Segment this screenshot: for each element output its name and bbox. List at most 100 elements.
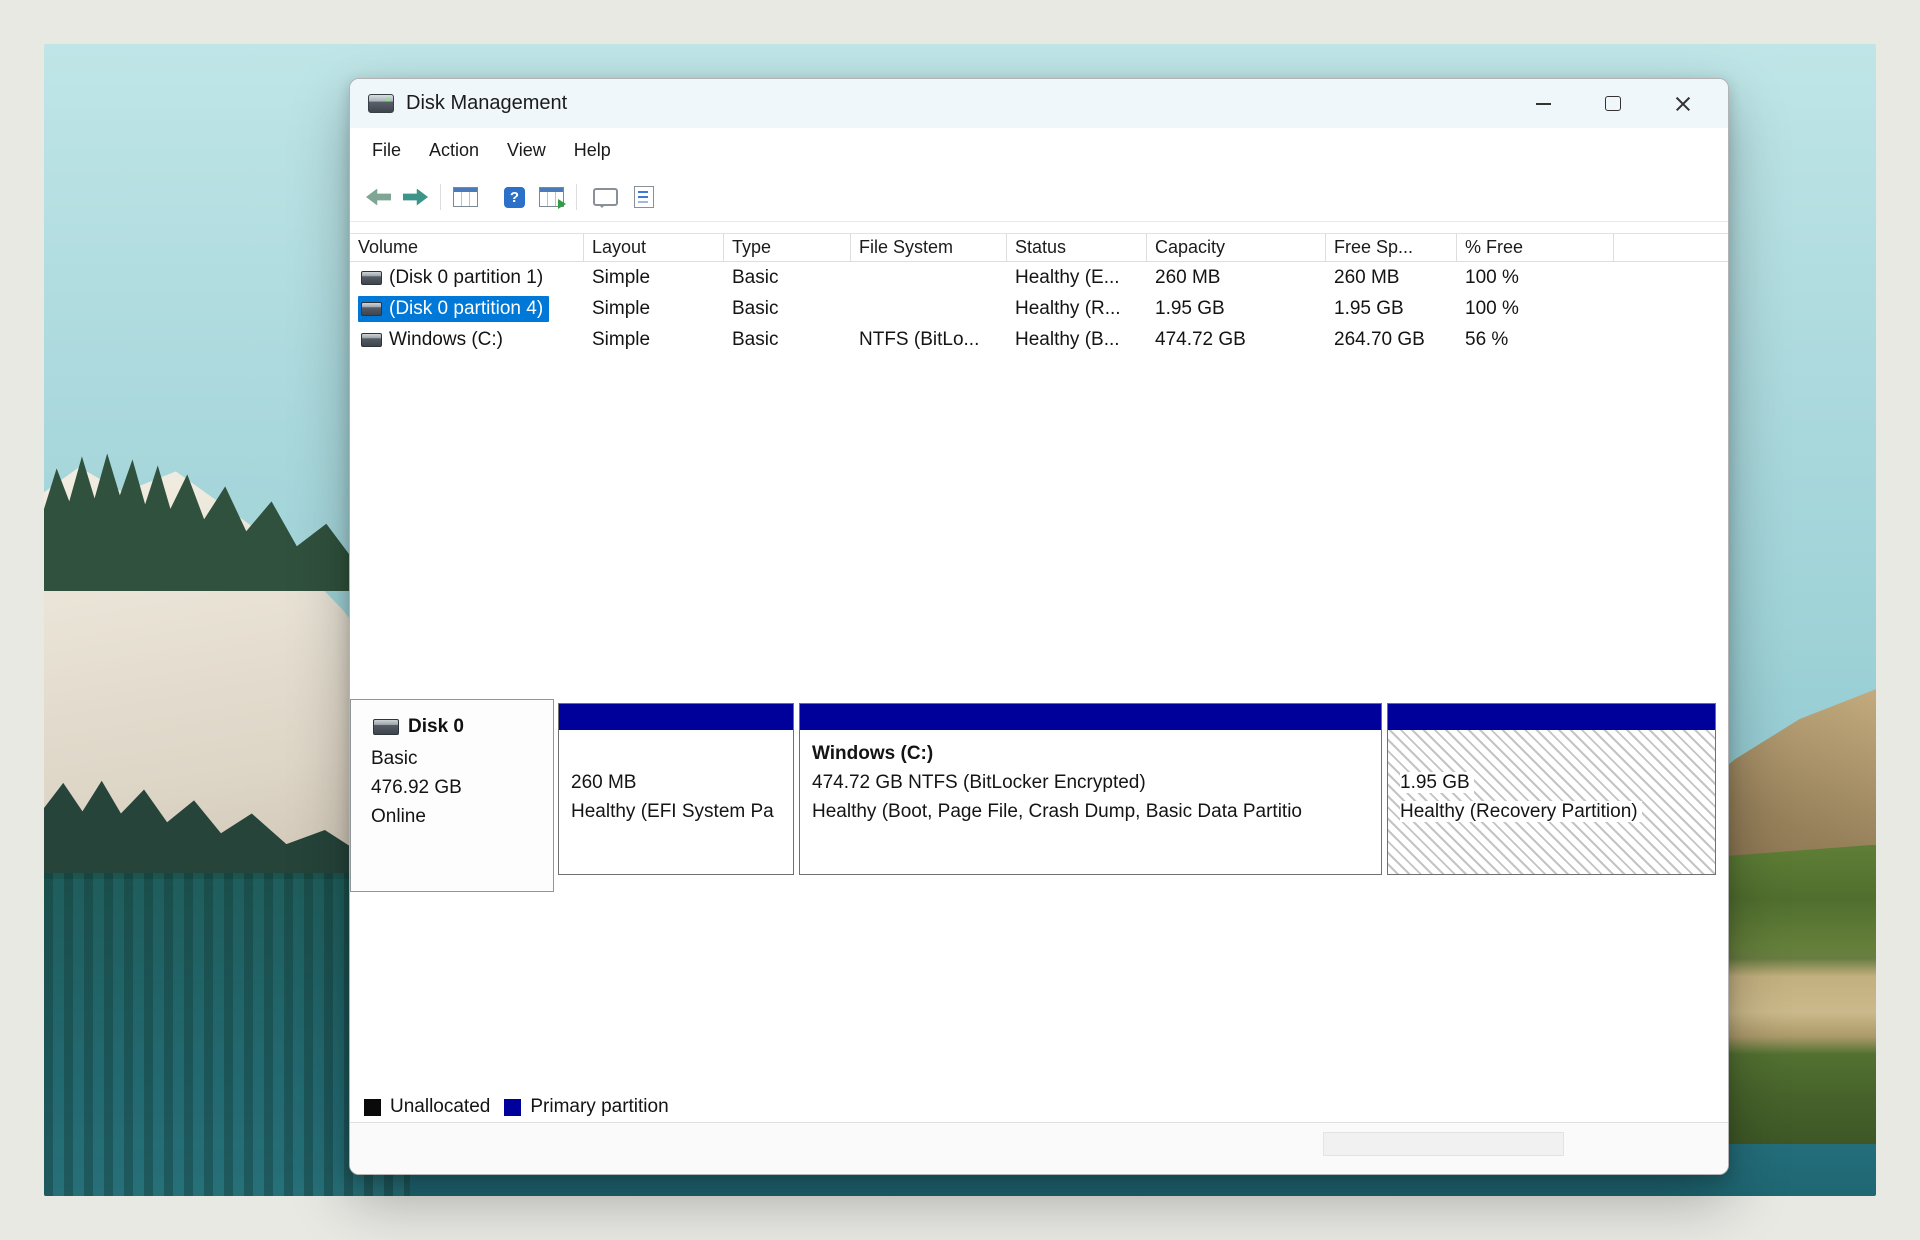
column-header-pct-free[interactable]: % Free [1457, 234, 1614, 262]
cell-status: Healthy (E... [1007, 262, 1147, 293]
disk-management-window: Disk Management File Action View Help ? [349, 78, 1729, 1175]
column-header-file-system[interactable]: File System [851, 234, 1007, 262]
cell-free-space: 264.70 GB [1326, 324, 1457, 355]
export-list-icon[interactable] [539, 187, 564, 207]
menubar: File Action View Help [350, 128, 1728, 173]
partition-size: 1.95 GB [1400, 772, 1474, 793]
cell-file-system: NTFS (BitLo... [851, 324, 1007, 355]
help-icon[interactable]: ? [504, 187, 525, 208]
statusbar-pane [1323, 1132, 1564, 1156]
volume-row-partition-1[interactable]: (Disk 0 partition 1) Simple Basic Health… [350, 262, 1728, 293]
primary-partition-stripe [559, 704, 793, 730]
legend: Unallocated Primary partition [364, 1095, 669, 1119]
minimize-button[interactable] [1522, 86, 1564, 122]
legend-label: Primary partition [530, 1096, 668, 1118]
cell-pct-free: 100 % [1457, 262, 1614, 293]
disk0-kind: Basic [371, 744, 553, 773]
menu-action[interactable]: Action [415, 134, 493, 168]
menu-file[interactable]: File [358, 134, 415, 168]
cell-file-system [851, 293, 1007, 324]
maximize-icon [1605, 96, 1621, 111]
cell-layout: Simple [584, 293, 724, 324]
properties-icon[interactable] [634, 186, 654, 208]
disk0-name: Disk 0 [408, 716, 464, 738]
toolbar: ? [350, 173, 1728, 222]
partition-size: 260 MB [571, 768, 785, 797]
drive-icon [361, 271, 382, 285]
primary-partition-stripe [1388, 704, 1715, 730]
menu-help[interactable]: Help [560, 134, 625, 168]
volume-list-header: Volume Layout Type File System Status Ca… [350, 234, 1728, 262]
partition-status: Healthy (EFI System Pa [571, 797, 785, 826]
partition-size: 474.72 GB NTFS (BitLocker Encrypted) [812, 768, 1373, 797]
window-title: Disk Management [406, 92, 567, 115]
cell-capacity: 1.95 GB [1147, 293, 1326, 324]
cell-filler [1614, 262, 1728, 293]
partition-windows-c[interactable]: Windows (C:) 474.72 GB NTFS (BitLocker E… [799, 703, 1382, 875]
partition-strip: 260 MB Healthy (EFI System Pa Windows (C… [558, 703, 1716, 875]
disk0-info-box[interactable]: Disk 0 Basic 476.92 GB Online [350, 699, 554, 892]
minimize-icon [1536, 103, 1551, 105]
toolbar-separator [440, 184, 441, 210]
cell-filler [1614, 324, 1728, 355]
back-icon[interactable] [366, 189, 391, 206]
cell-capacity: 260 MB [1147, 262, 1326, 293]
partition-name: Windows (C:) [812, 739, 1373, 768]
cell-capacity: 474.72 GB [1147, 324, 1326, 355]
drive-icon [361, 302, 382, 316]
drive-icon [361, 333, 382, 347]
disk0-status: Online [371, 802, 553, 831]
primary-partition-stripe [800, 704, 1381, 730]
partition-body: Windows (C:) 474.72 GB NTFS (BitLocker E… [800, 730, 1381, 874]
volume-select-target[interactable]: Windows (C:) [358, 327, 509, 353]
forward-icon[interactable] [403, 189, 428, 206]
cell-layout: Simple [584, 262, 724, 293]
close-icon [1675, 96, 1691, 112]
volume-row-windows-c[interactable]: Windows (C:) Simple Basic NTFS (BitLo...… [350, 324, 1728, 355]
volume-select-target[interactable]: (Disk 0 partition 4) [358, 296, 549, 322]
desktop: Disk Management File Action View Help ? [0, 0, 1920, 1240]
cell-layout: Simple [584, 324, 724, 355]
column-header-volume[interactable]: Volume [350, 234, 584, 262]
cell-status: Healthy (B... [1007, 324, 1147, 355]
column-header-layout[interactable]: Layout [584, 234, 724, 262]
action-pane-icon[interactable] [593, 188, 618, 206]
partition-body: 260 MB Healthy (EFI System Pa [559, 730, 793, 874]
column-header-free-space[interactable]: Free Sp... [1326, 234, 1457, 262]
cell-free-space: 260 MB [1326, 262, 1457, 293]
menu-view[interactable]: View [493, 134, 560, 168]
partition-status: Healthy (Boot, Page File, Crash Dump, Ba… [812, 797, 1373, 826]
disk0-title: Disk 0 [373, 716, 553, 738]
column-header-filler [1614, 234, 1728, 262]
titlebar[interactable]: Disk Management [350, 79, 1728, 128]
export-badge-icon [558, 199, 566, 209]
disk-icon [373, 719, 399, 735]
cell-free-space: 1.95 GB [1326, 293, 1457, 324]
console-tree-icon[interactable] [453, 187, 478, 207]
legend-label: Unallocated [390, 1096, 490, 1118]
disk0-size: 476.92 GB [371, 773, 553, 802]
close-button[interactable] [1662, 86, 1704, 122]
cell-file-system [851, 262, 1007, 293]
maximize-button[interactable] [1592, 86, 1634, 122]
cell-pct-free: 56 % [1457, 324, 1614, 355]
primary-partition-swatch-icon [504, 1099, 521, 1116]
column-header-type[interactable]: Type [724, 234, 851, 262]
volume-list: Volume Layout Type File System Status Ca… [350, 233, 1728, 685]
column-header-capacity[interactable]: Capacity [1147, 234, 1326, 262]
partition-efi[interactable]: 260 MB Healthy (EFI System Pa [558, 703, 794, 875]
partition-name [571, 739, 785, 768]
unallocated-swatch-icon [364, 1099, 381, 1116]
cell-status: Healthy (R... [1007, 293, 1147, 324]
caption-controls [1522, 86, 1704, 122]
cell-type: Basic [724, 324, 851, 355]
volume-row-partition-4[interactable]: (Disk 0 partition 4) Simple Basic Health… [350, 293, 1728, 324]
partition-name [1400, 739, 1707, 768]
column-header-status[interactable]: Status [1007, 234, 1147, 262]
cell-type: Basic [724, 262, 851, 293]
cell-type: Basic [724, 293, 851, 324]
disk-management-app-icon [368, 94, 394, 113]
volume-select-target[interactable]: (Disk 0 partition 1) [358, 265, 549, 291]
partition-recovery[interactable]: 1.95 GB Healthy (Recovery Partition) [1387, 703, 1716, 875]
cell-pct-free: 100 % [1457, 293, 1614, 324]
